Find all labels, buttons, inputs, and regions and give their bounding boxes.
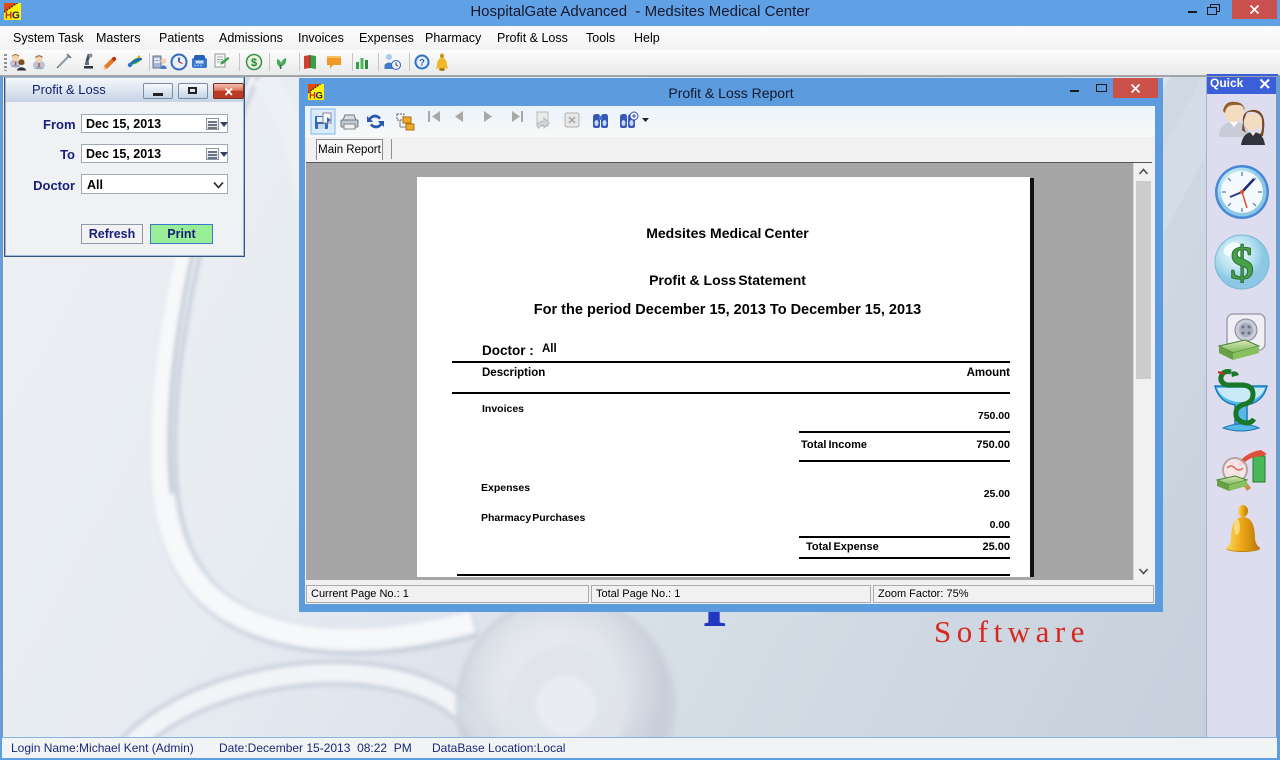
svg-text:?: ?	[419, 58, 425, 69]
svg-text:$: $	[251, 57, 257, 69]
svg-text:$: $	[1230, 237, 1254, 290]
